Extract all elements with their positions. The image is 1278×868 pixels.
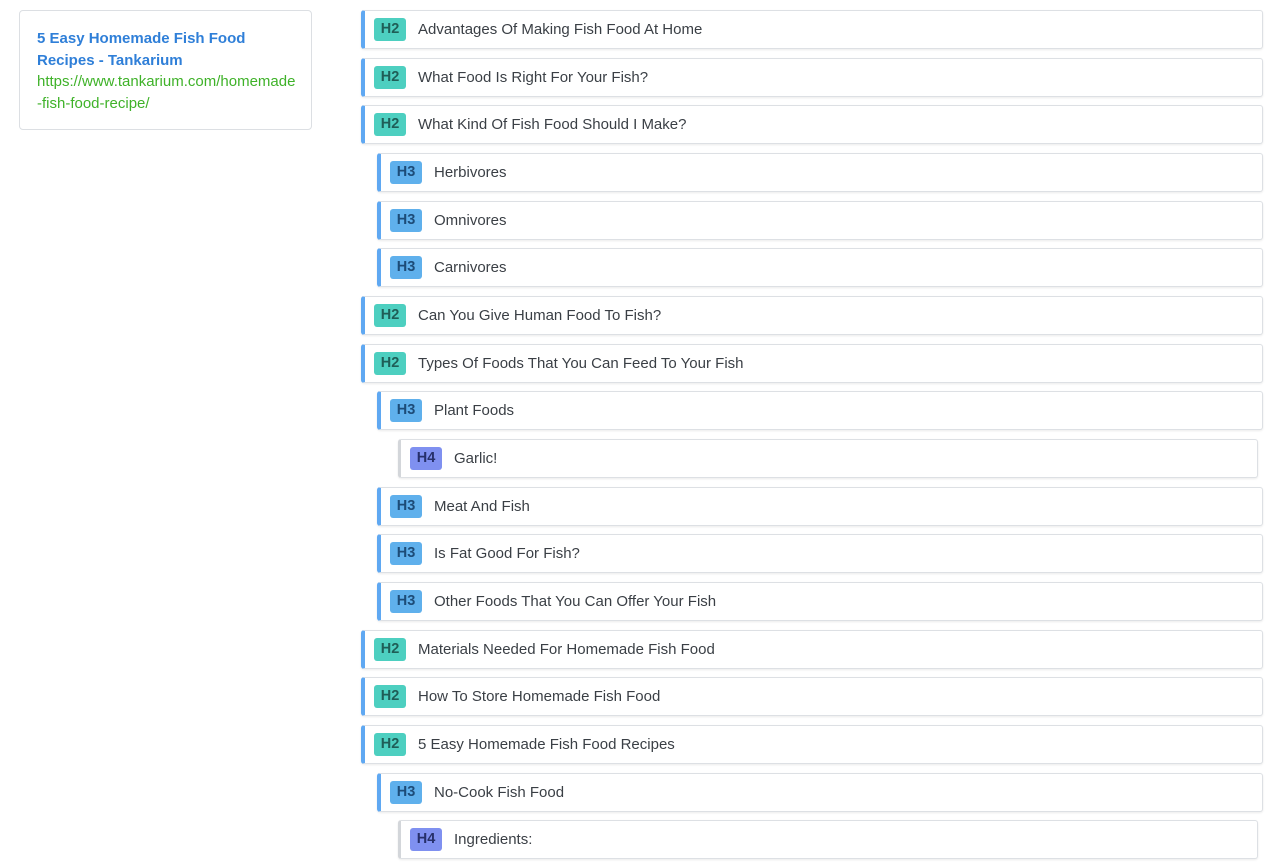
heading-row-h2[interactable]: H2 How To Store Homemade Fish Food: [361, 677, 1263, 717]
heading-row-h2[interactable]: H2 Can You Give Human Food To Fish?: [361, 296, 1263, 336]
heading-level-badge: H2: [374, 113, 406, 137]
heading-level-badge: H3: [390, 542, 422, 566]
heading-level-badge: H2: [374, 351, 406, 375]
heading-text: Meat And Fish: [434, 497, 530, 515]
heading-row-h2[interactable]: H2 What Food Is Right For Your Fish?: [361, 57, 1263, 97]
heading-text: Advantages Of Making Fish Food At Home: [418, 21, 703, 38]
heading-text: What Food Is Right For Your Fish?: [418, 68, 649, 86]
heading-text: What Kind Of Fish Food Should I Make?: [418, 116, 687, 134]
heading-text: Other Foods That You Can Offer Your Fish: [434, 593, 717, 611]
heading-level-badge: H3: [390, 256, 422, 280]
heading-level-badge: H3: [390, 399, 422, 423]
heading-row-h2[interactable]: H2 Types Of Foods That You Can Feed To Yo…: [361, 343, 1263, 383]
source-url-link[interactable]: https://www.tankarium.com/homemade-fish-…: [37, 71, 299, 114]
heading-text: 5 Easy Homemade Fish Food Recipes: [418, 736, 675, 754]
heading-row-h3[interactable]: H3 No-Cook Fish Food: [377, 772, 1263, 812]
heading-text: Herbivores: [434, 164, 507, 182]
heading-row-h3[interactable]: H3 Plant Foods: [377, 391, 1263, 431]
heading-text: Carnivores: [434, 259, 507, 277]
heading-text: How To Store Homemade Fish Food: [418, 688, 661, 706]
heading-row-h4[interactable]: H4 Garlic!: [398, 439, 1258, 479]
heading-level-badge: H4: [410, 828, 442, 852]
heading-level-badge: H3: [390, 208, 422, 232]
heading-level-badge: H3: [390, 590, 422, 614]
heading-level-badge: H2: [374, 18, 406, 41]
heading-level-badge: H3: [390, 161, 422, 185]
heading-row-h3[interactable]: H3 Herbivores: [377, 153, 1263, 193]
heading-text: Ingredients:: [454, 831, 533, 849]
heading-text: Types Of Foods That You Can Feed To Your…: [418, 354, 744, 372]
heading-level-badge: H2: [374, 733, 406, 757]
heading-row-h3[interactable]: H3 Omnivores: [377, 200, 1263, 240]
source-card: 5 Easy Homemade Fish Food Recipes - Tank…: [19, 10, 312, 130]
heading-row-h3[interactable]: H3 Meat And Fish: [377, 486, 1263, 526]
heading-text: No-Cook Fish Food: [434, 783, 565, 801]
heading-level-badge: H3: [390, 780, 422, 804]
heading-text: Plant Foods: [434, 402, 515, 420]
heading-row-h4[interactable]: H4 Ingredients:: [398, 820, 1258, 860]
heading-text: Is Fat Good For Fish?: [434, 545, 580, 563]
heading-text: Can You Give Human Food To Fish?: [418, 307, 662, 325]
heading-row-h2[interactable]: H2 5 Easy Homemade Fish Food Recipes: [361, 725, 1263, 765]
source-title-link[interactable]: 5 Easy Homemade Fish Food Recipes - Tank…: [37, 28, 299, 71]
heading-level-badge: H4: [410, 447, 442, 471]
heading-text: Garlic!: [454, 450, 498, 468]
heading-level-badge: H2: [374, 304, 406, 328]
heading-row-h2[interactable]: H2 What Kind Of Fish Food Should I Make?: [361, 105, 1263, 145]
heading-level-badge: H2: [374, 685, 406, 709]
heading-text: Materials Needed For Homemade Fish Food: [418, 640, 715, 658]
heading-text: Omnivores: [434, 211, 507, 229]
heading-row-h2[interactable]: H2 Materials Needed For Homemade Fish Foo…: [361, 629, 1263, 669]
heading-level-badge: H3: [390, 494, 422, 518]
heading-outline: H2 Advantages Of Making Fish Food At Home…: [361, 10, 1263, 868]
heading-row-h3[interactable]: H3 Other Foods That You Can Offer Your Fi…: [377, 582, 1263, 622]
heading-row-h3[interactable]: H3 Carnivores: [377, 248, 1263, 288]
heading-level-badge: H2: [374, 637, 406, 661]
heading-row-h3[interactable]: H3 Is Fat Good For Fish?: [377, 534, 1263, 574]
heading-level-badge: H2: [374, 65, 406, 89]
heading-row-h2[interactable]: H2 Advantages Of Making Fish Food At Home: [361, 10, 1263, 49]
